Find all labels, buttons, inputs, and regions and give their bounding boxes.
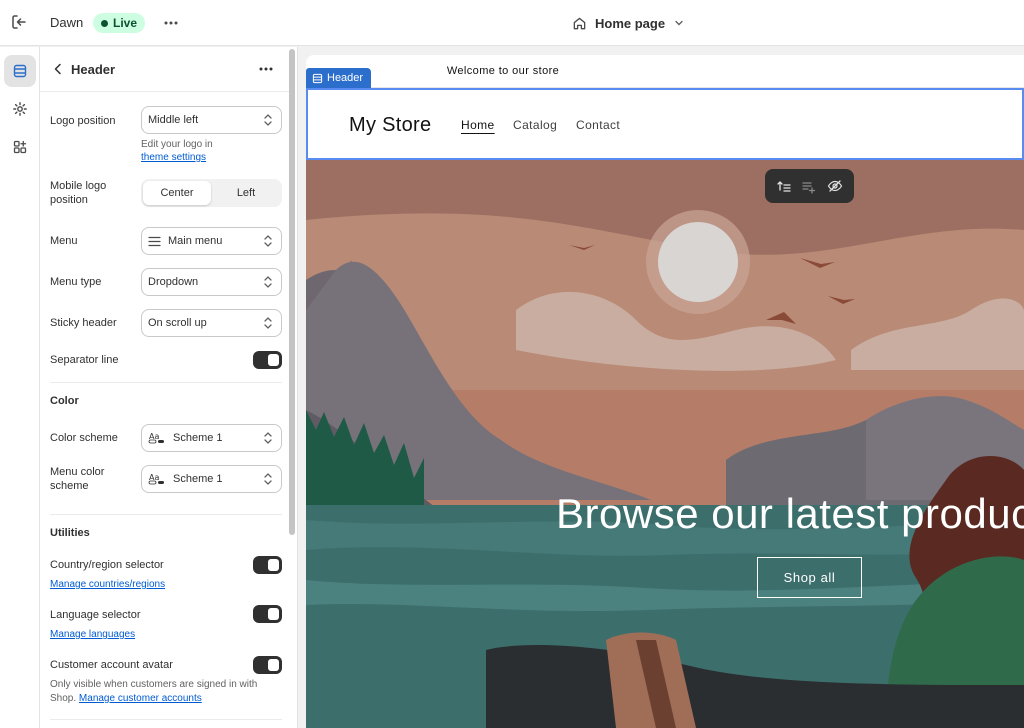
page-picker-label: Home page bbox=[595, 15, 666, 31]
select-chevron-icon bbox=[264, 276, 272, 288]
live-badge: Live bbox=[93, 13, 146, 33]
page-picker[interactable]: Home page bbox=[572, 13, 685, 33]
chevron-down-icon bbox=[675, 20, 683, 26]
hero-image bbox=[306, 160, 1024, 728]
home-icon bbox=[573, 17, 586, 29]
color-scheme-label: Color scheme bbox=[50, 432, 118, 444]
apps-button[interactable] bbox=[4, 131, 36, 163]
store-preview: Welcome to our store Header My Store Hom… bbox=[306, 55, 1024, 728]
exit-icon[interactable] bbox=[10, 13, 28, 31]
theme-settings-link[interactable]: theme settings bbox=[141, 152, 206, 163]
mobile-logo-left-option[interactable]: Left bbox=[212, 181, 280, 205]
panel-title: Header bbox=[71, 62, 116, 77]
separator-line-toggle[interactable] bbox=[253, 351, 282, 369]
manage-countries-link[interactable]: Manage countries/regions bbox=[50, 579, 165, 590]
customer-avatar-toggle[interactable] bbox=[253, 656, 282, 674]
logo-help-label: Edit your logo in bbox=[141, 139, 213, 150]
menu-color-scheme-select[interactable]: Aa Scheme 1 bbox=[141, 465, 282, 493]
menu-type-label: Menu type bbox=[50, 276, 102, 288]
hide-icon[interactable] bbox=[827, 178, 843, 194]
divider bbox=[50, 719, 282, 720]
section-toolbar bbox=[765, 169, 854, 203]
announcement-bar: Welcome to our store bbox=[306, 55, 1024, 88]
color-section-title: Color bbox=[50, 395, 79, 407]
settings-panel: Header Logo position Middle left Edit yo… bbox=[40, 47, 298, 728]
divider bbox=[50, 382, 282, 383]
select-chevron-icon bbox=[264, 235, 272, 247]
menu-color-scheme-label: Menu color scheme bbox=[50, 466, 105, 492]
customer-avatar-label: Customer account avatar bbox=[50, 659, 173, 671]
more-actions-icon[interactable] bbox=[161, 13, 181, 33]
country-selector-label: Country/region selector bbox=[50, 559, 164, 571]
toggle-knob bbox=[268, 608, 279, 620]
theme-settings-button[interactable] bbox=[4, 93, 36, 125]
manage-customer-accounts-link[interactable]: Manage customer accounts bbox=[79, 693, 202, 704]
menu-color-scheme-value: Scheme 1 bbox=[173, 473, 223, 485]
shop-all-button[interactable]: Shop all bbox=[757, 557, 862, 598]
color-scheme-swatch-icon: Aa bbox=[148, 431, 166, 445]
menu-type-value: Dropdown bbox=[148, 276, 199, 288]
menu-value: Main menu bbox=[168, 235, 223, 247]
color-scheme-select[interactable]: Aa Scheme 1 bbox=[141, 424, 282, 452]
language-selector-label: Language selector bbox=[50, 609, 141, 621]
menu-type-select[interactable]: Dropdown bbox=[141, 268, 282, 296]
select-chevron-icon bbox=[264, 317, 272, 329]
divider bbox=[50, 514, 282, 515]
select-chevron-icon bbox=[264, 473, 272, 485]
left-rail bbox=[0, 47, 40, 728]
logo-help-text: Edit your logo in theme settings bbox=[141, 138, 213, 164]
separator-line-label: Separator line bbox=[50, 354, 119, 366]
menu-list-icon bbox=[148, 236, 161, 247]
add-block-icon[interactable] bbox=[801, 178, 817, 194]
utilities-section-title: Utilities bbox=[50, 527, 90, 539]
menu-select[interactable]: Main menu bbox=[141, 227, 282, 255]
color-scheme-swatch-icon: Aa bbox=[148, 472, 166, 486]
toggle-knob bbox=[268, 354, 279, 366]
live-badge-label: Live bbox=[113, 16, 138, 30]
section-tag-label: Header bbox=[327, 72, 364, 84]
menu-label: Menu bbox=[50, 235, 78, 247]
sections-button[interactable] bbox=[4, 55, 36, 87]
mobile-logo-position-label: Mobile logo position bbox=[50, 180, 107, 206]
sections-icon bbox=[13, 64, 27, 78]
logo-position-select[interactable]: Middle left bbox=[141, 106, 282, 134]
manage-languages-link[interactable]: Manage languages bbox=[50, 629, 135, 640]
more-actions-icon[interactable] bbox=[256, 59, 276, 79]
logo-position-label: Logo position bbox=[50, 115, 116, 127]
mobile-logo-segmented-control: Center Left bbox=[141, 179, 282, 207]
language-selector-toggle[interactable] bbox=[253, 605, 282, 623]
move-up-icon[interactable] bbox=[776, 178, 792, 194]
hero-title: Browse our latest products bbox=[556, 490, 1024, 537]
apps-icon bbox=[13, 140, 27, 154]
customer-avatar-note: Only visible when customers are signed i… bbox=[50, 678, 275, 706]
logo-position-value: Middle left bbox=[148, 114, 199, 126]
live-dot-icon bbox=[101, 19, 108, 27]
section-icon bbox=[312, 73, 323, 83]
store-header[interactable]: My Store Home Catalog Contact bbox=[306, 88, 1024, 160]
section-tag[interactable]: Header bbox=[306, 68, 372, 88]
nav-catalog[interactable]: Catalog bbox=[513, 118, 557, 132]
gear-icon bbox=[13, 102, 27, 116]
toggle-knob bbox=[268, 559, 279, 571]
nav-home[interactable]: Home bbox=[461, 118, 495, 132]
sticky-header-value: On scroll up bbox=[148, 317, 207, 329]
select-chevron-icon bbox=[264, 432, 272, 444]
top-bar: Dawn Live Home page bbox=[0, 0, 1024, 46]
announcement-text: Welcome to our store bbox=[446, 65, 560, 77]
back-icon[interactable] bbox=[50, 61, 66, 77]
sticky-header-label: Sticky header bbox=[50, 317, 117, 329]
panel-scrollbar[interactable] bbox=[289, 49, 295, 535]
panel-header: Header bbox=[40, 47, 290, 92]
sticky-header-select[interactable]: On scroll up bbox=[141, 309, 282, 337]
country-selector-toggle[interactable] bbox=[253, 556, 282, 574]
toggle-knob bbox=[268, 659, 279, 671]
store-logo[interactable]: My Store bbox=[349, 114, 431, 137]
nav-contact[interactable]: Contact bbox=[576, 118, 620, 132]
select-chevron-icon bbox=[264, 114, 272, 126]
theme-name: Dawn bbox=[50, 15, 84, 30]
color-scheme-value: Scheme 1 bbox=[173, 432, 223, 444]
mobile-logo-center-option[interactable]: Center bbox=[143, 181, 211, 205]
